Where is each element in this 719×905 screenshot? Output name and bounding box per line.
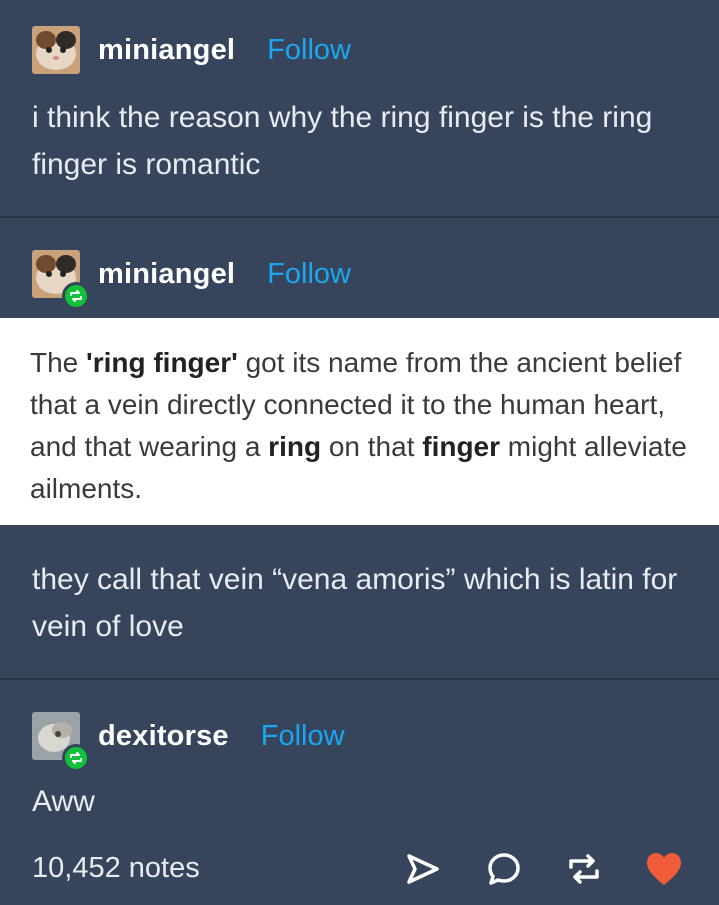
share-icon[interactable] xyxy=(404,850,442,893)
divider xyxy=(0,678,719,680)
reblog-icon[interactable] xyxy=(565,850,603,893)
notes-count[interactable]: 10,452 notes xyxy=(32,852,200,885)
avatar[interactable] xyxy=(32,712,90,772)
avatar[interactable] xyxy=(32,250,90,310)
post-header: dexitorse Follow xyxy=(32,712,345,772)
post-text: they call that vein “vena amoris” which … xyxy=(32,563,678,643)
username[interactable]: dexitorse xyxy=(98,720,229,753)
reply-icon[interactable] xyxy=(485,850,523,893)
quote-text: The 'ring finger' got its name from the … xyxy=(30,347,687,504)
avatar[interactable] xyxy=(32,26,80,74)
post-header: miniangel Follow xyxy=(32,250,351,310)
follow-button[interactable]: Follow xyxy=(267,34,351,67)
post-text: Aww xyxy=(32,785,95,818)
post-footer: 10,452 notes xyxy=(0,840,719,900)
reblog-badge-icon xyxy=(62,282,90,310)
divider xyxy=(0,216,719,218)
reblog-badge-icon xyxy=(62,744,90,772)
post-text: i think the reason why the ring finger i… xyxy=(32,101,653,181)
quote-block: The 'ring finger' got its name from the … xyxy=(0,318,719,525)
follow-button[interactable]: Follow xyxy=(261,720,345,753)
username[interactable]: miniangel xyxy=(98,34,235,67)
follow-button[interactable]: Follow xyxy=(267,258,351,291)
username[interactable]: miniangel xyxy=(98,258,235,291)
heart-icon[interactable] xyxy=(644,850,684,893)
post-header: miniangel Follow xyxy=(32,26,351,74)
